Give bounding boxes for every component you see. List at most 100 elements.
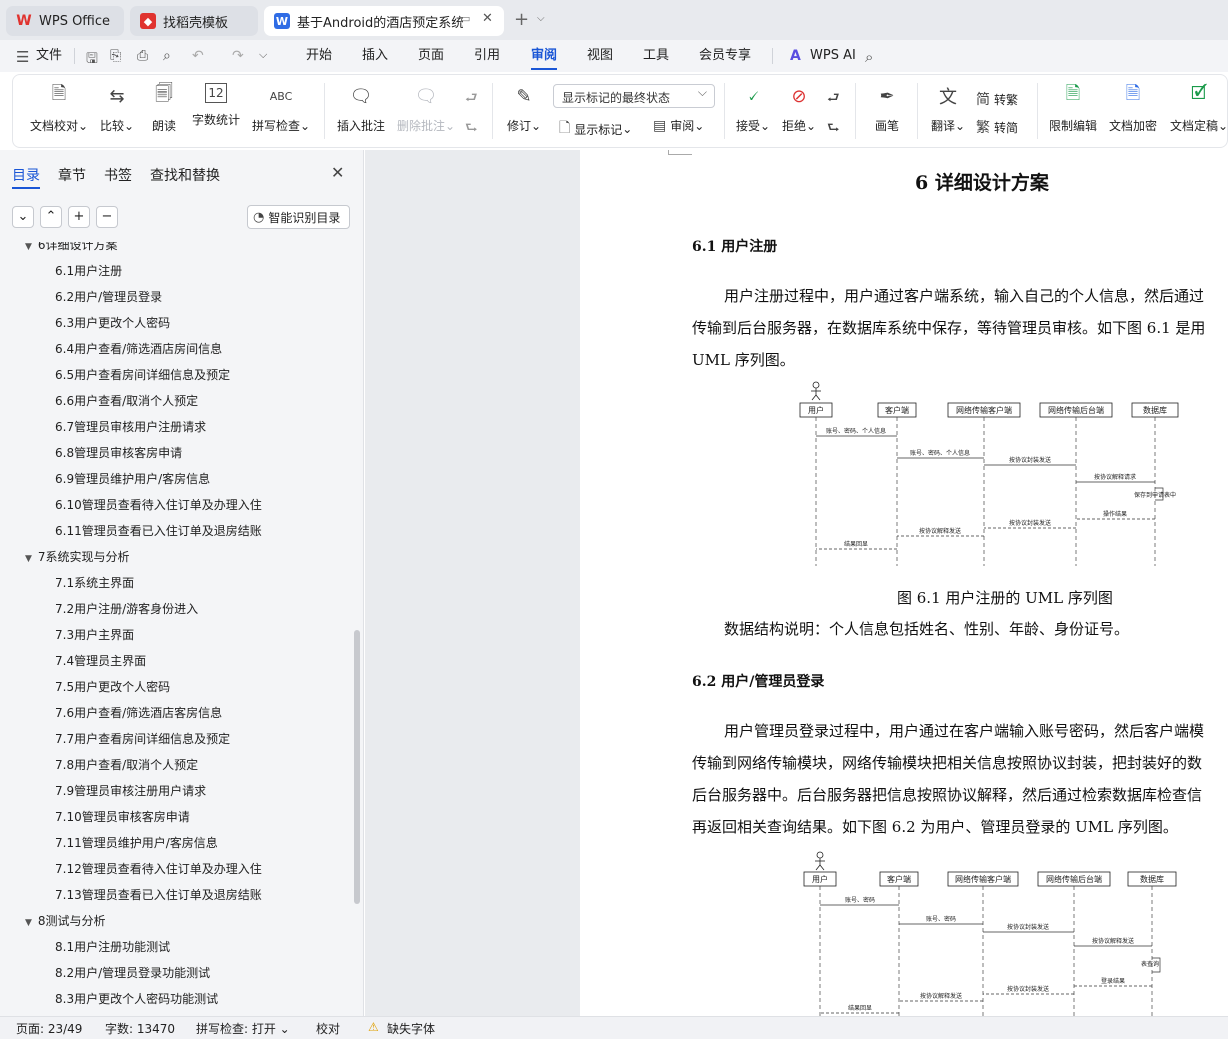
chevron-down-icon[interactable]: ⌵ <box>537 13 545 24</box>
new-tab-icon[interactable]: + <box>514 9 529 30</box>
undo-icon[interactable]: ↶ <box>192 48 204 64</box>
toc-chapter-item[interactable]: ▼ 6详细设计方案 <box>25 242 118 258</box>
expand-down-button[interactable]: ⌄ <box>12 206 34 228</box>
spell-check-button[interactable]: ABC 拼写检查⌄ <box>252 83 310 134</box>
close-pane-icon[interactable]: ✕ <box>331 163 344 182</box>
hamburger-icon[interactable]: ☰ <box>16 48 29 66</box>
menu-insert[interactable]: 插入 <box>362 40 388 72</box>
translate-button[interactable]: 文翻译⌄ <box>931 83 965 134</box>
toc-section-item[interactable]: 6.4用户查看/筛选酒店房间信息 <box>55 336 222 362</box>
toc-section-item[interactable]: 6.11管理员查看已入住订单及退房结账 <box>55 518 262 544</box>
save-icon[interactable]: 🖫 <box>86 48 98 72</box>
toc-scrollbar[interactable] <box>354 630 360 904</box>
more-chevron-icon[interactable]: ⌵ <box>259 48 267 62</box>
toc-section-item[interactable]: 6.8管理员审核客房申请 <box>55 440 182 466</box>
menu-page[interactable]: 页面 <box>418 40 444 72</box>
close-tab-icon[interactable]: ✕ <box>482 11 493 26</box>
toc-section-item[interactable]: 7.4管理员主界面 <box>55 648 146 674</box>
menu-references[interactable]: 引用 <box>474 40 500 72</box>
finalize-doc-icon: 🗹 <box>1191 83 1208 104</box>
toc-section-item[interactable]: 8.1用户注册功能测试 <box>55 934 170 960</box>
toc-section-item[interactable]: 6.5用户查看房间详细信息及预定 <box>55 362 230 388</box>
word-count-status[interactable]: 字数: 13470 <box>105 1020 175 1037</box>
tab-bookmarks[interactable]: 书签 <box>104 165 132 189</box>
toc-section-item[interactable]: 7.6用户查看/筛选酒店客房信息 <box>55 700 222 726</box>
restrict-edit-button[interactable]: 🗎 限制编辑 <box>1049 83 1097 134</box>
toc-section-item[interactable]: 7.9管理员审核注册用户请求 <box>55 778 206 804</box>
read-aloud-button[interactable]: 🗐 朗读 <box>151 83 177 134</box>
menu-tools[interactable]: 工具 <box>643 40 669 72</box>
tab-document[interactable]: W 基于Android的酒店预定系统 ▭ ✕ <box>264 6 504 36</box>
toc-section-item[interactable]: 7.1系统主界面 <box>55 570 134 596</box>
toc-section-item[interactable]: 7.8用户查看/取消个人预定 <box>55 752 198 778</box>
to-simplified-button[interactable]: 繁转简 <box>976 117 1018 137</box>
show-markup-button[interactable]: 🗋 显示标记 ⌄ <box>559 117 632 141</box>
collapse-triangle-icon[interactable]: ▼ <box>25 918 32 928</box>
toc-section-item[interactable]: 7.5用户更改个人密码 <box>55 674 170 700</box>
redo-icon[interactable]: ↷ <box>232 48 244 64</box>
insert-comment-button[interactable]: 🗨 插入批注 <box>337 83 385 134</box>
menu-wps-ai[interactable]: WPS AI <box>810 40 856 72</box>
search-icon[interactable]: ⌕ <box>865 48 873 66</box>
tab-toc[interactable]: 目录 <box>12 165 40 189</box>
markup-state-select[interactable]: 显示标记的最终状态 <box>553 84 715 108</box>
toc-section-item[interactable]: 7.3用户主界面 <box>55 622 134 648</box>
compare-button[interactable]: ⇆ 比较⌄ <box>100 83 134 134</box>
next-comment-icon[interactable]: ⮑ <box>465 117 482 141</box>
toc-section-item[interactable]: 6.2用户/管理员登录 <box>55 284 162 310</box>
print-preview-icon[interactable]: ⌕ <box>163 48 171 64</box>
encrypt-button[interactable]: 🗎 文档加密 <box>1109 83 1157 134</box>
toc-chapter-item[interactable]: ▼ 7系统实现与分析 <box>25 544 130 570</box>
doc-check-button[interactable]: 🗎 文档校对⌄ <box>30 83 88 134</box>
menu-member[interactable]: 会员专享 <box>699 40 751 72</box>
missing-font-status[interactable]: 缺失字体 <box>387 1020 435 1037</box>
toc-section-item[interactable]: 6.10管理员查看待入住订单及办理入住 <box>55 492 262 518</box>
menu-view[interactable]: 视图 <box>587 40 613 72</box>
next-change-icon[interactable]: ⮑ <box>827 117 844 141</box>
toc-section-item[interactable]: 6.9管理员维护用户/客房信息 <box>55 466 210 492</box>
tab-chapter[interactable]: 章节 <box>58 165 86 189</box>
toc-section-item[interactable]: 7.7用户查看房间详细信息及预定 <box>55 726 230 752</box>
toc-section-item[interactable]: 7.2用户注册/游客身份进入 <box>55 596 198 622</box>
menu-review[interactable]: 审阅 <box>531 40 558 72</box>
toc-chapter-item[interactable]: ▼ 8测试与分析 <box>25 908 106 934</box>
menu-home[interactable]: 开始 <box>306 40 332 72</box>
document-page[interactable]: 6 详细设计方案 6.1 用户注册 用户注册过程中，用户通过客户端系统，输入自己… <box>580 150 1228 1016</box>
page-indicator[interactable]: 页面: 23/49 <box>16 1020 82 1037</box>
track-changes-button[interactable]: ✎ 修订⌄ <box>507 83 541 134</box>
proof-status[interactable]: 校对 <box>316 1020 340 1037</box>
toc-section-item[interactable]: 6.6用户查看/取消个人预定 <box>55 388 198 414</box>
toc-section-item[interactable]: 8.3用户更改个人密码功能测试 <box>55 986 218 1012</box>
smart-toc-button[interactable]: ◔ 智能识别目录 <box>247 205 350 229</box>
spell-check-status[interactable]: 拼写检查: 打开 ⌄ <box>196 1020 290 1037</box>
export-icon[interactable]: ⎘ <box>110 48 121 64</box>
collapse-triangle-icon[interactable]: ▼ <box>25 242 32 252</box>
menu-file[interactable]: 文件 <box>36 40 62 72</box>
toc-section-item[interactable]: 6.1用户注册 <box>55 258 122 284</box>
word-count-button[interactable]: 12 字数统计 <box>192 83 240 128</box>
tab-docer-templates[interactable]: ◆ 找稻壳模板 <box>130 6 258 36</box>
toc-section-item[interactable]: 6.7管理员审核用户注册请求 <box>55 414 206 440</box>
toc-section-item[interactable]: 7.13管理员查看已入住订单及退房结账 <box>55 882 262 908</box>
reject-button[interactable]: ⊘ 拒绝⌄ <box>782 83 816 134</box>
collapse-triangle-icon[interactable]: ▼ <box>25 554 32 564</box>
accept-button[interactable]: 🗸 接受⌄ <box>736 83 770 134</box>
to-traditional-button[interactable]: 简转繁 <box>976 89 1018 109</box>
toc-section-item[interactable]: 6.3用户更改个人密码 <box>55 310 170 336</box>
prev-change-icon[interactable]: ⮐ <box>827 87 844 111</box>
tab-find-replace[interactable]: 查找和替换 <box>150 165 220 189</box>
toc-section-item[interactable]: 7.11管理员维护用户/客房信息 <box>55 830 218 856</box>
print-icon[interactable]: ⎙ <box>137 48 148 64</box>
remove-heading-button[interactable]: − <box>96 206 118 228</box>
toc-section-item[interactable]: 8.2用户/管理员登录功能测试 <box>55 960 210 986</box>
toc-section-item[interactable]: 7.12管理员查看待入住订单及办理入住 <box>55 856 262 882</box>
collapse-up-button[interactable]: ⌃ <box>40 206 62 228</box>
review-pane-button[interactable]: ▤ 审阅 ⌄ <box>653 117 704 134</box>
add-heading-button[interactable]: + <box>68 206 90 228</box>
pen-button[interactable]: ✒ 画笔 <box>874 83 900 134</box>
tab-wps-office[interactable]: W WPS Office <box>6 6 124 36</box>
finalize-button[interactable]: 🗹 文档定稿⌄ <box>1170 83 1228 134</box>
toc-section-item[interactable]: 7.10管理员审核客房申请 <box>55 804 190 830</box>
delete-comment-button[interactable]: 🗨 删除批注⌄ <box>397 83 455 134</box>
prev-comment-icon[interactable]: ⮐ <box>465 87 482 111</box>
